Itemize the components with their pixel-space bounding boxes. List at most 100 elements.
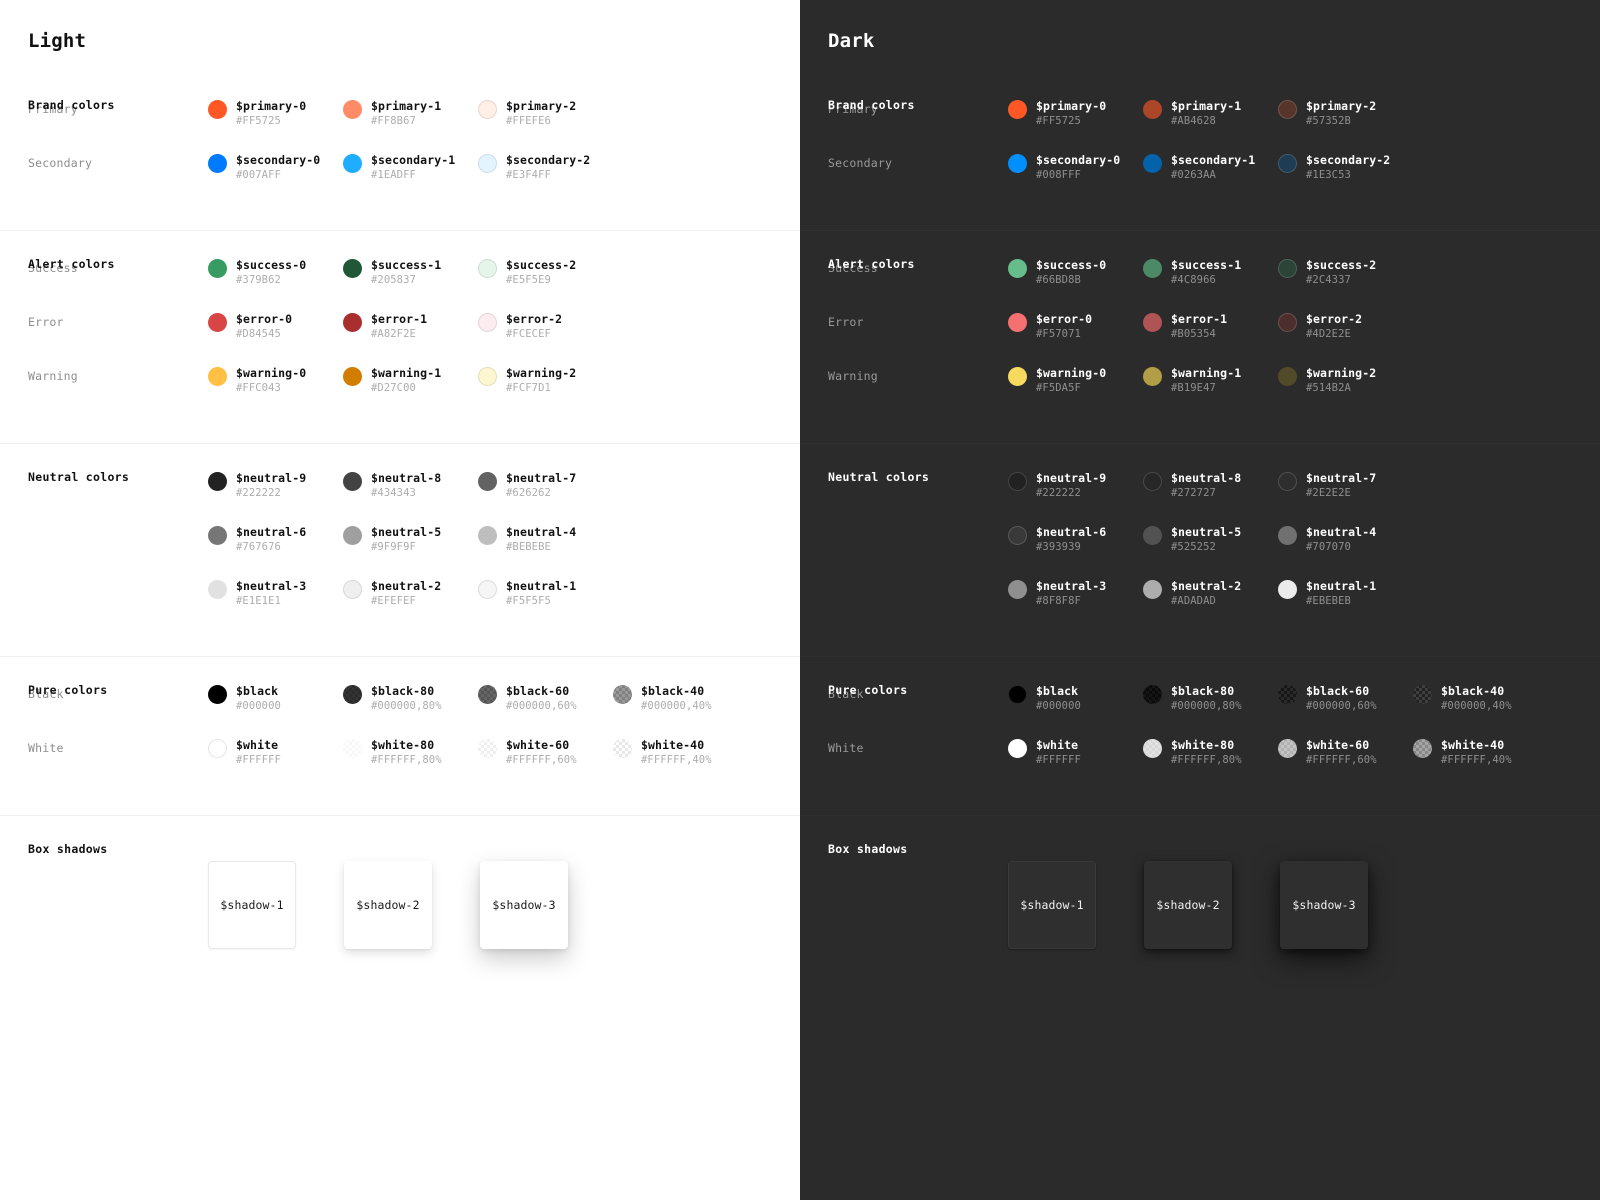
color-swatch[interactable]: $black-60 #000000,60% <box>478 683 613 714</box>
color-swatch[interactable]: $warning-2 #FCF7D1 <box>478 365 613 396</box>
color-swatch[interactable]: $black-60 #000000,60% <box>1278 683 1413 714</box>
color-swatch[interactable]: $primary-1 #FF8B67 <box>343 98 478 129</box>
shadow-card[interactable]: $shadow-1 <box>1008 861 1096 949</box>
color-swatch[interactable]: $white-80 #FFFFFF,80% <box>1143 737 1278 768</box>
color-dot-fill <box>1278 100 1297 119</box>
color-swatch[interactable]: $white-80 #FFFFFF,80% <box>343 737 478 768</box>
color-swatch[interactable]: $success-2 #E5F5E9 <box>478 257 613 288</box>
color-row-label <box>28 578 208 582</box>
color-swatch[interactable]: $warning-0 #FFC043 <box>208 365 343 396</box>
color-swatch[interactable]: $primary-2 #FFEFE6 <box>478 98 613 129</box>
shadow-card[interactable]: $shadow-2 <box>1144 861 1232 949</box>
color-swatch[interactable]: $neutral-7 #626262 <box>478 470 613 501</box>
color-dot-fill <box>1143 526 1162 545</box>
color-dot-fill <box>1143 313 1162 332</box>
swatch-token-name: $warning-2 <box>506 366 577 380</box>
color-swatch[interactable]: $secondary-0 #007AFF <box>208 152 343 183</box>
swatch-hex-value: #4D2E2E <box>1306 328 1351 340</box>
color-swatch[interactable]: $secondary-1 #1EADFF <box>343 152 478 183</box>
color-swatch[interactable]: $black-80 #000000,80% <box>1143 683 1278 714</box>
swatch-hex-value: #FFFFFF <box>1036 754 1081 766</box>
color-swatch[interactable]: $neutral-4 #707070 <box>1278 524 1413 555</box>
color-swatch[interactable]: $success-0 #379B62 <box>208 257 343 288</box>
color-swatch[interactable]: $neutral-6 #767676 <box>208 524 343 555</box>
color-swatch[interactable]: $warning-2 #514B2A <box>1278 365 1413 396</box>
color-swatch[interactable]: $neutral-6 #393939 <box>1008 524 1143 555</box>
brand-rows-dark: Primary $primary-0 #FF5725 $primary-1 #AB462… <box>828 98 1600 206</box>
color-swatch[interactable]: $warning-1 #D27C00 <box>343 365 478 396</box>
color-swatch[interactable]: $neutral-7 #2E2E2E <box>1278 470 1413 501</box>
color-swatch[interactable]: $neutral-2 #EFEFEF <box>343 578 478 609</box>
color-row: Black $black #000000 $black-80 #000000,80% $b… <box>828 683 1600 737</box>
color-row-label <box>828 578 1008 582</box>
color-dot-fill <box>208 100 227 119</box>
color-swatch[interactable]: $neutral-5 #9F9F9F <box>343 524 478 555</box>
section-brand-colors-light: Brand colors Primary $primary-0 #FF5725 $pr… <box>0 72 800 230</box>
color-swatch[interactable]: $black #000000 <box>208 683 343 714</box>
color-swatch[interactable]: $white #FFFFFF <box>1008 737 1143 768</box>
color-row-label: Error <box>828 315 864 329</box>
color-swatch[interactable]: $neutral-9 #222222 <box>1008 470 1143 501</box>
color-swatch[interactable]: $secondary-2 #E3F4FF <box>478 152 613 183</box>
swatch-text: $neutral-2 #EFEFEF <box>371 578 441 609</box>
shadow-card[interactable]: $shadow-2 <box>344 861 432 949</box>
color-swatch[interactable]: $success-1 #4C8966 <box>1143 257 1278 288</box>
color-swatch[interactable]: $success-1 #205837 <box>343 257 478 288</box>
color-swatch[interactable]: $white #FFFFFF <box>208 737 343 768</box>
swatch-text: $primary-1 #AB4628 <box>1171 98 1241 129</box>
color-swatch[interactable]: $error-1 #A82F2E <box>343 311 478 342</box>
color-swatch[interactable]: $neutral-3 #E1E1E1 <box>208 578 343 609</box>
color-swatch[interactable]: $neutral-8 #272727 <box>1143 470 1278 501</box>
swatch-group: $black #000000 $black-80 #000000,80% $black-… <box>208 683 748 714</box>
color-swatch[interactable]: $secondary-1 #0263AA <box>1143 152 1278 183</box>
color-swatch[interactable]: $white-60 #FFFFFF,60% <box>1278 737 1413 768</box>
color-swatch[interactable]: $primary-1 #AB4628 <box>1143 98 1278 129</box>
shadow-card[interactable]: $shadow-3 <box>480 861 568 949</box>
color-dot-fill <box>208 685 227 704</box>
swatch-token-name: $neutral-1 <box>1306 579 1377 593</box>
shadow-card[interactable]: $shadow-3 <box>1280 861 1368 949</box>
color-swatch[interactable]: $white-40 #FFFFFF,40% <box>613 737 748 768</box>
swatch-group: $white #FFFFFF $white-80 #FFFFFF,80% $white-… <box>1008 737 1548 768</box>
color-swatch[interactable]: $neutral-8 #434343 <box>343 470 478 501</box>
color-swatch[interactable]: $success-0 #66BD8B <box>1008 257 1143 288</box>
color-swatch[interactable]: $white-40 #FFFFFF,40% <box>1413 737 1548 768</box>
color-swatch[interactable]: $black #000000 <box>1008 683 1143 714</box>
color-swatch[interactable]: $error-0 #D84545 <box>208 311 343 342</box>
color-swatch[interactable]: $neutral-9 #222222 <box>208 470 343 501</box>
color-swatch[interactable]: $primary-2 #57352B <box>1278 98 1413 129</box>
color-row: $neutral-3 #E1E1E1 $neutral-2 #EFEFEF $neutr… <box>28 578 800 632</box>
color-swatch[interactable]: $white-60 #FFFFFF,60% <box>478 737 613 768</box>
swatch-hex-value: #000000,60% <box>1306 700 1377 712</box>
color-swatch[interactable]: $error-1 #B05354 <box>1143 311 1278 342</box>
swatch-token-name: $warning-1 <box>371 366 442 380</box>
color-swatch[interactable]: $black-80 #000000,80% <box>343 683 478 714</box>
color-dot <box>343 154 362 173</box>
color-swatch[interactable]: $primary-0 #FF5725 <box>1008 98 1143 129</box>
color-swatch[interactable]: $warning-0 #F5DA5F <box>1008 365 1143 396</box>
color-swatch[interactable]: $neutral-1 #EBEBEB <box>1278 578 1413 609</box>
color-dot-fill <box>613 685 632 704</box>
color-swatch[interactable]: $error-2 #FCECEF <box>478 311 613 342</box>
color-swatch[interactable]: $neutral-2 #ADADAD <box>1143 578 1278 609</box>
color-swatch[interactable]: $secondary-0 #008FFF <box>1008 152 1143 183</box>
color-swatch[interactable]: $success-2 #2C4337 <box>1278 257 1413 288</box>
color-dot <box>1143 367 1162 386</box>
swatch-token-name: $warning-1 <box>1171 366 1242 380</box>
swatch-hex-value: #A82F2E <box>371 328 416 340</box>
shadow-card[interactable]: $shadow-1 <box>208 861 296 949</box>
color-swatch[interactable]: $black-40 #000000,40% <box>613 683 748 714</box>
color-swatch[interactable]: $error-2 #4D2E2E <box>1278 311 1413 342</box>
color-swatch[interactable]: $neutral-1 #F5F5F5 <box>478 578 613 609</box>
color-swatch[interactable]: $neutral-5 #525252 <box>1143 524 1278 555</box>
swatch-text: $warning-0 #FFC043 <box>236 365 306 396</box>
color-swatch[interactable]: $error-0 #F57071 <box>1008 311 1143 342</box>
color-swatch[interactable]: $primary-0 #FF5725 <box>208 98 343 129</box>
swatch-hex-value: #000000 <box>236 700 281 712</box>
color-swatch[interactable]: $warning-1 #B19E47 <box>1143 365 1278 396</box>
color-swatch[interactable]: $black-40 #000000,40% <box>1413 683 1548 714</box>
color-swatch[interactable]: $secondary-2 #1E3C53 <box>1278 152 1413 183</box>
color-swatch[interactable]: $neutral-3 #8F8F8F <box>1008 578 1143 609</box>
color-swatch[interactable]: $neutral-4 #BEBEBE <box>478 524 613 555</box>
swatch-text: $white-40 #FFFFFF,40% <box>1441 737 1512 768</box>
